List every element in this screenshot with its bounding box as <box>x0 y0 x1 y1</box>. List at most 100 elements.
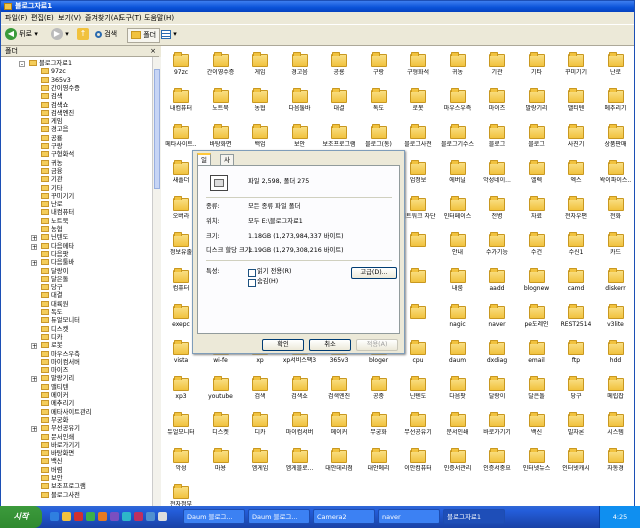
readonly-checkbox[interactable] <box>248 269 256 277</box>
tree-item[interactable]: 메이커 <box>41 392 68 400</box>
tree-item[interactable]: 기관 <box>41 176 63 184</box>
menu-edit[interactable]: 편집(E) <box>31 12 54 24</box>
expand-icon[interactable]: + <box>31 376 37 383</box>
expand-icon[interactable]: + <box>31 243 37 250</box>
tree-item[interactable]: + 다음툴바 <box>31 259 74 267</box>
tree-item[interactable]: 듀얼모니터 <box>41 317 80 325</box>
tree-item[interactable]: 구랑 <box>41 143 63 151</box>
menu-tools[interactable]: 도구(T) <box>119 12 142 24</box>
file-item[interactable]: 메립잡 <box>592 376 635 401</box>
start-button[interactable]: 시작 <box>0 506 42 528</box>
tree-item[interactable]: 노트북 <box>41 217 68 226</box>
task-daum-blog-2[interactable]: Daum 블로그... <box>248 509 310 524</box>
advanced-button[interactable]: 고급(D)... <box>351 267 397 279</box>
ok-button[interactable]: 확인 <box>262 339 304 351</box>
expand-icon[interactable]: + <box>31 426 37 433</box>
file-item[interactable]: 자동경 <box>592 448 635 473</box>
title-bar[interactable]: 블로그자료1 <box>1 1 634 12</box>
folder-icon[interactable] <box>62 512 71 521</box>
tree-item[interactable]: + 로봇 <box>31 342 63 350</box>
tree-item[interactable]: 귀농 <box>41 159 63 168</box>
tree-item[interactable]: + 말랑기리 <box>31 375 74 383</box>
collapse-icon[interactable]: - <box>19 61 25 68</box>
file-item[interactable]: 시스템 <box>592 412 635 437</box>
file-item[interactable]: 상품판매 <box>592 124 635 149</box>
tree-item[interactable]: 꾸미기기 <box>41 192 74 201</box>
tree-item[interactable]: + 무선공유기 <box>31 425 80 433</box>
file-item[interactable]: diskerr <box>592 268 635 293</box>
app-icon[interactable] <box>158 512 167 521</box>
tree-item[interactable]: 맬티텐 <box>41 383 68 392</box>
tree-item[interactable]: - 블로그자료1 <box>19 60 72 68</box>
app-icon[interactable] <box>122 512 131 521</box>
tree-item[interactable]: 대결 <box>41 292 63 300</box>
tree-item[interactable]: 디카 <box>41 333 63 342</box>
folders-button[interactable]: 폴더 <box>127 28 161 43</box>
tree-item[interactable]: 마이컴서버 <box>41 358 80 367</box>
expand-icon[interactable]: + <box>31 235 37 242</box>
task-daum-blog-1[interactable]: Daum 블로그... <box>183 509 245 524</box>
tree-item[interactable]: 백신 <box>41 458 63 466</box>
tree-item[interactable]: 마이즈 <box>41 367 68 375</box>
tree-item[interactable]: 검색엔진 <box>41 109 74 118</box>
menu-help[interactable]: 도움말(H) <box>144 12 174 24</box>
file-item[interactable]: hdd <box>592 340 635 365</box>
menu-file[interactable]: 파일(F) <box>5 12 27 24</box>
tree-item[interactable]: 블로그사전 <box>41 491 80 500</box>
tree-item[interactable]: 달랑이 <box>41 267 68 276</box>
tree-item[interactable]: 97zc <box>41 68 66 76</box>
expand-icon[interactable]: + <box>31 343 37 350</box>
up-button[interactable]: ↑ <box>77 28 89 41</box>
tree-item[interactable]: 간이영수증 <box>41 84 80 93</box>
tree-item[interactable]: 버렴 <box>41 466 63 475</box>
tree-item[interactable]: 기타 <box>41 184 63 193</box>
file-item[interactable]: 전자정부 <box>157 484 205 506</box>
tree-item[interactable]: 메타사이트관리 <box>41 408 92 417</box>
expand-icon[interactable]: + <box>31 260 37 267</box>
app-icon[interactable] <box>86 512 95 521</box>
close-pane-icon[interactable]: × <box>150 46 156 56</box>
file-item[interactable]: 난로 <box>592 52 635 77</box>
tree-item[interactable]: 바로가기기 <box>41 441 80 450</box>
file-item[interactable]: 전화 <box>592 196 635 221</box>
ie-icon[interactable] <box>50 512 59 521</box>
tree-item[interactable]: + 닌텐도 <box>31 234 68 242</box>
task-naver[interactable]: naver <box>378 509 440 524</box>
tree-item[interactable]: 독도 <box>41 309 63 317</box>
tree-item[interactable]: 보조프로그램 <box>41 483 86 491</box>
tree-item[interactable]: 디스켓 <box>41 325 68 334</box>
app-icon[interactable] <box>146 512 155 521</box>
apply-button[interactable]: 적용(A) <box>356 339 398 351</box>
menu-favorites[interactable]: 즐겨찾기(A) <box>85 12 121 24</box>
tree-item[interactable]: 검색쇼 <box>41 101 68 110</box>
tree-item[interactable]: 365v3 <box>41 76 71 85</box>
tree-item[interactable]: 대륙원 <box>41 300 68 309</box>
tree-item[interactable]: 달은돌 <box>41 275 68 284</box>
tree-item[interactable]: 당구 <box>41 284 63 292</box>
file-item[interactable]: v3lite <box>592 304 635 329</box>
tree-item[interactable]: 마우스우측 <box>41 350 80 359</box>
file-item[interactable]: 카드 <box>592 232 635 257</box>
hidden-checkbox[interactable] <box>248 279 256 287</box>
clock[interactable]: 4:25 <box>613 513 628 521</box>
tree-item[interactable]: 난로 <box>41 201 63 209</box>
tree-item[interactable]: 보안 <box>41 475 63 483</box>
tree-item[interactable]: 게임 <box>41 118 63 126</box>
file-item[interactable]: 왁이파이스.. <box>592 160 635 185</box>
app-icon[interactable] <box>74 512 83 521</box>
views-button[interactable]: ▾ <box>161 28 177 41</box>
tab-customize[interactable]: 사용자 지정 <box>220 154 234 204</box>
app-icon[interactable] <box>134 512 143 521</box>
app-icon[interactable] <box>110 512 119 521</box>
file-item[interactable]: 메추리기 <box>592 88 635 113</box>
tree-item[interactable]: 내컴퓨터 <box>41 209 74 217</box>
tree-item[interactable]: 무궁화 <box>41 416 68 425</box>
tree-item[interactable]: 구형화석 <box>41 151 74 159</box>
forward-button[interactable]: ▶ ▾ <box>51 28 69 41</box>
back-button[interactable]: ◀ 뒤로 ▾ <box>5 28 38 41</box>
cancel-button[interactable]: 취소 <box>309 339 351 351</box>
tree-item[interactable]: 공룡 <box>41 134 63 143</box>
tree-item[interactable]: 다음팟 <box>41 250 68 259</box>
tree-item[interactable]: 검색 <box>41 93 63 101</box>
app-icon[interactable] <box>98 512 107 521</box>
